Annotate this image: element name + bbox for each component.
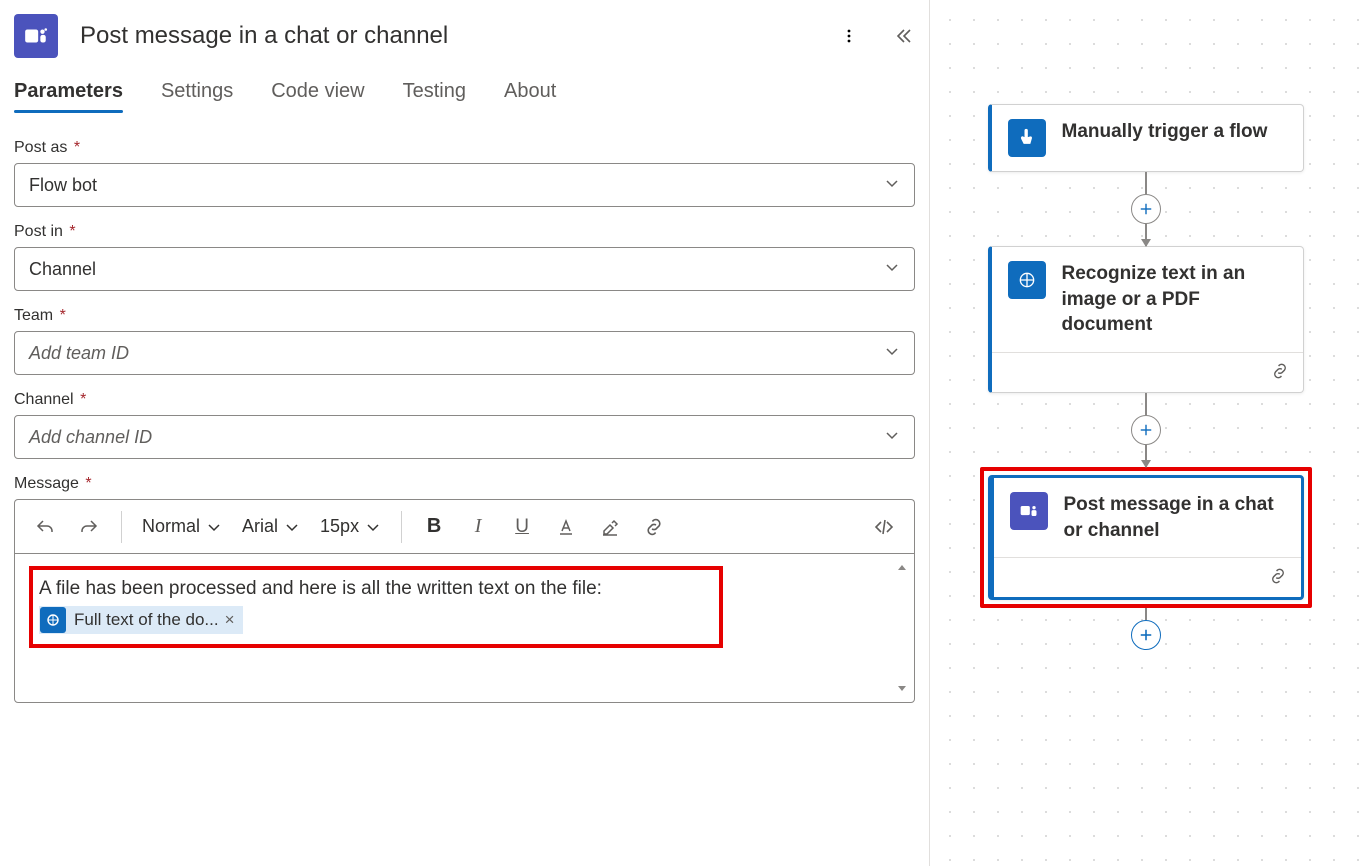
message-editor[interactable]: A file has been processed and here is al… [14, 553, 915, 703]
ai-icon [1008, 261, 1046, 299]
panel-title: Post message in a chat or channel [80, 22, 837, 50]
add-step-button[interactable] [1131, 194, 1161, 224]
channel-label: Channel * [14, 391, 915, 409]
editor-toolbar: Normal Arial 15px B I U [14, 499, 915, 553]
annotation-highlight: Post message in a chat or channel [980, 467, 1312, 608]
more-options-button[interactable] [837, 24, 861, 48]
paragraph-style-select[interactable]: Normal [136, 516, 228, 537]
highlight-button[interactable] [592, 509, 628, 545]
post-as-select[interactable]: Flow bot [14, 163, 915, 207]
font-family-select[interactable]: Arial [236, 516, 306, 537]
font-size-select[interactable]: 15px [314, 516, 387, 537]
tab-testing[interactable]: Testing [403, 80, 466, 111]
add-step-button[interactable] [1131, 620, 1161, 650]
flow-node-post-message[interactable]: Post message in a chat or channel [988, 475, 1304, 600]
message-text-line: A file has been processed and here is al… [39, 578, 713, 600]
channel-select[interactable]: Add channel ID [14, 415, 915, 459]
flow-node-recognize-text[interactable]: Recognize text in an image or a PDF docu… [988, 246, 1304, 393]
collapse-panel-button[interactable] [891, 24, 915, 48]
post-in-label: Post in * [14, 223, 915, 241]
flow-node-trigger[interactable]: Manually trigger a flow [988, 104, 1304, 172]
dynamic-content-token[interactable]: Full text of the do... × [39, 606, 243, 634]
tab-about[interactable]: About [504, 80, 556, 111]
team-label: Team * [14, 307, 915, 325]
chevron-down-icon [884, 343, 900, 364]
chevron-down-icon [884, 175, 900, 196]
link-button[interactable] [636, 509, 672, 545]
italic-button[interactable]: I [460, 509, 496, 545]
redo-button[interactable] [71, 509, 107, 545]
message-label: Message * [14, 475, 915, 493]
font-color-button[interactable] [548, 509, 584, 545]
tab-settings[interactable]: Settings [161, 80, 233, 111]
remove-token-button[interactable]: × [225, 610, 235, 630]
chevron-down-icon [884, 259, 900, 280]
tab-code-view[interactable]: Code view [271, 80, 364, 111]
teams-icon [1010, 492, 1048, 530]
add-step-button[interactable] [1131, 415, 1161, 445]
post-as-label: Post as * [14, 139, 915, 157]
team-select[interactable]: Add team ID [14, 331, 915, 375]
bold-button[interactable]: B [416, 509, 452, 545]
post-in-select[interactable]: Channel [14, 247, 915, 291]
touch-icon [1008, 119, 1046, 157]
underline-button[interactable]: U [504, 509, 540, 545]
tabs: Parameters Settings Code view Testing Ab… [14, 80, 915, 111]
panel-header: Post message in a chat or channel [14, 10, 915, 80]
annotation-highlight: A file has been processed and here is al… [29, 566, 723, 648]
tab-parameters[interactable]: Parameters [14, 80, 123, 111]
action-app-icon [14, 14, 58, 58]
code-view-button[interactable] [866, 509, 902, 545]
editor-scrollbar[interactable] [896, 562, 910, 694]
ai-icon [40, 607, 66, 633]
chevron-down-icon [884, 427, 900, 448]
link-icon [1269, 567, 1287, 588]
undo-button[interactable] [27, 509, 63, 545]
flow-canvas[interactable]: Manually trigger a flow Recognize text i… [930, 0, 1361, 866]
link-icon [1271, 362, 1289, 383]
